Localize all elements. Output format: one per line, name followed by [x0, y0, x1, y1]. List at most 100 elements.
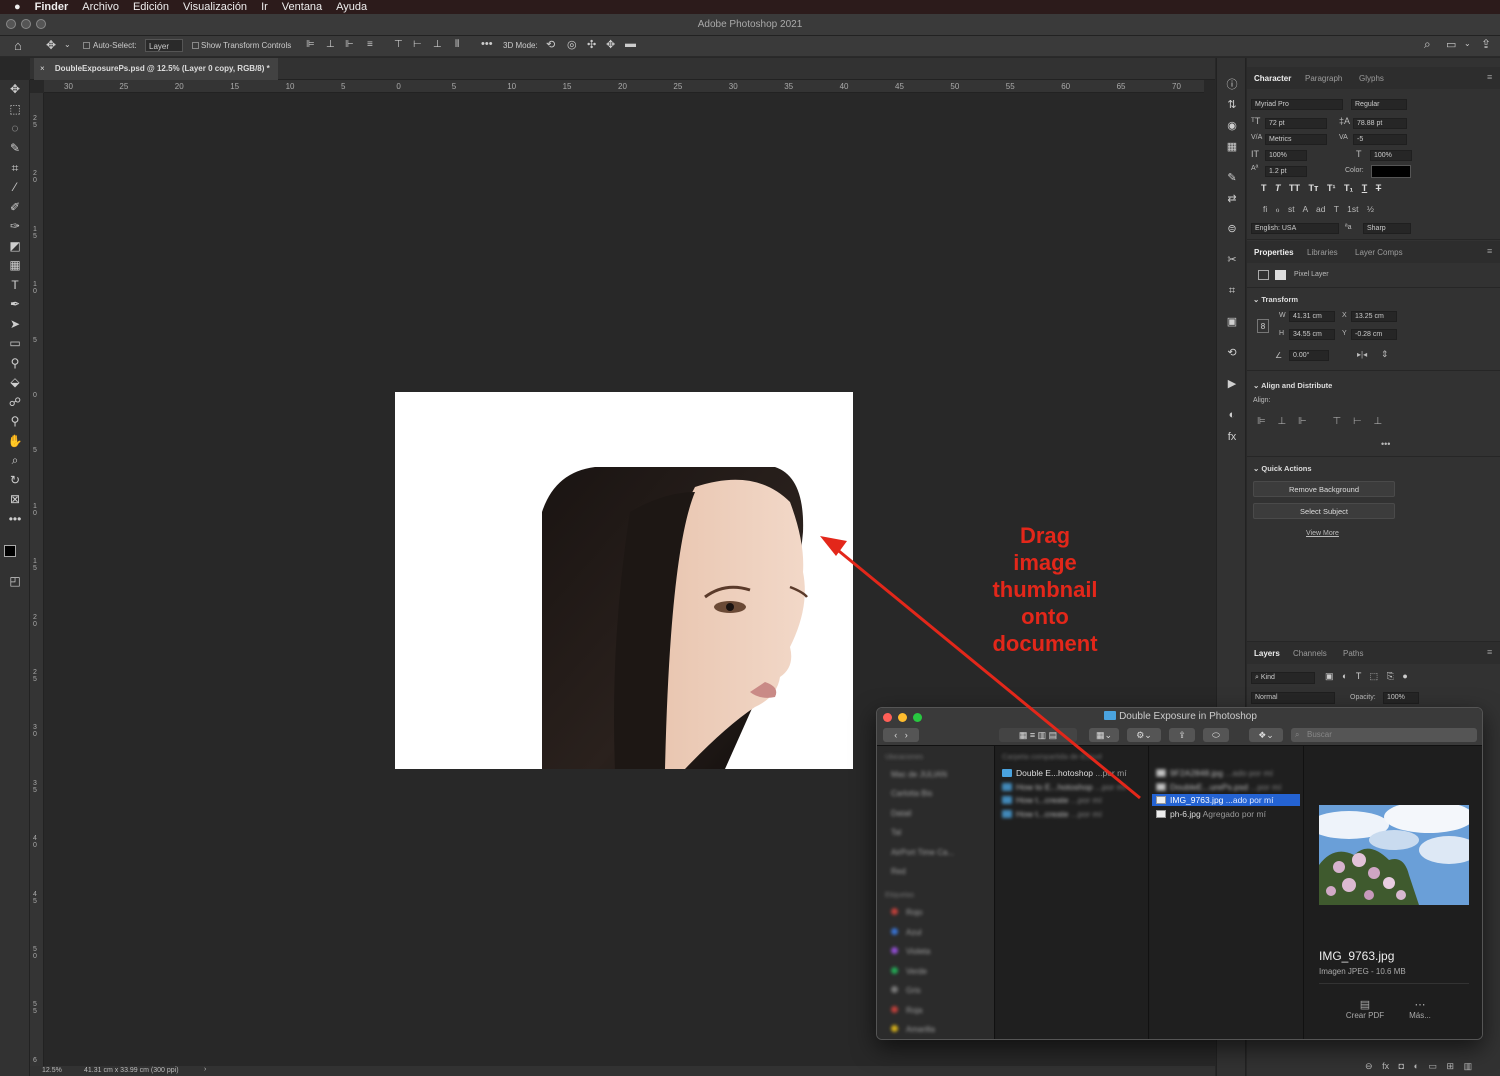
- edit-toolbar-icon[interactable]: •••: [7, 511, 23, 527]
- menu-edicion[interactable]: Edición: [133, 1, 169, 13]
- document-tab[interactable]: × DoubleExposurePs.psd @ 12.5% (Layer 0 …: [34, 58, 278, 80]
- file-row[interactable]: DoubleE...urePs.psd ...por mí: [1152, 781, 1300, 793]
- move-tool-icon[interactable]: ✥: [7, 81, 23, 97]
- menu-archivo[interactable]: Archivo: [82, 1, 119, 13]
- adjust-layer-icon[interactable]: ⊜: [1225, 222, 1239, 236]
- align-left-edges-icon[interactable]: ⊫: [1257, 416, 1266, 427]
- panel-menu-icon[interactable]: ≡: [1487, 72, 1492, 82]
- type-style-buttons[interactable]: T T TT Tт T¹ T₁ T T: [1261, 183, 1411, 195]
- 3d-slide-icon[interactable]: ✥: [606, 38, 615, 51]
- styles-icon[interactable]: ◐: [1225, 408, 1239, 422]
- filter-type-icon[interactable]: T: [1356, 671, 1361, 681]
- opacity-field[interactable]: 100%: [1383, 692, 1419, 704]
- align-top-icon[interactable]: ⊤: [394, 39, 403, 50]
- auto-select-checkbox[interactable]: [83, 42, 90, 49]
- select-subject-button[interactable]: Select Subject: [1253, 503, 1395, 519]
- more-options-icon[interactable]: •••: [481, 38, 493, 50]
- underline-button[interactable]: T: [1362, 183, 1368, 193]
- align-top-edges-icon[interactable]: ⊤: [1333, 416, 1342, 427]
- rotate-view-tool-icon[interactable]: ↻: [7, 472, 23, 488]
- crop-tool-icon[interactable]: ⌗: [7, 160, 23, 176]
- pen-tool-icon[interactable]: ✒: [7, 296, 23, 312]
- 3d-orbit-icon[interactable]: ⟲: [546, 38, 555, 51]
- dropbox-button[interactable]: ❖⌄: [1249, 728, 1283, 742]
- horizontal-ruler[interactable]: 30 25 20 15 10 5 0 5 10 15 20 25 30 35 40 45 50 55 60 65 70: [44, 80, 1204, 93]
- 3d-scale-icon[interactable]: ▬: [625, 38, 636, 50]
- remove-background-button[interactable]: Remove Background: [1253, 481, 1395, 497]
- ordinals-button[interactable]: T: [1334, 204, 1339, 214]
- view-mode-buttons[interactable]: ▦ ≡ ▥ ▤: [999, 728, 1077, 742]
- faux-italic-button[interactable]: T: [1275, 183, 1281, 193]
- align-bottom-edges-icon[interactable]: ⊥: [1374, 416, 1383, 427]
- filter-smart-icon[interactable]: ⎘: [1387, 671, 1394, 681]
- tools-icon[interactable]: ✂: [1225, 253, 1239, 267]
- frame-tool-icon[interactable]: ⊠: [7, 491, 23, 507]
- transform-section-toggle[interactable]: ⌄ Transform: [1253, 295, 1298, 304]
- subscript-button[interactable]: T₁: [1344, 183, 1353, 193]
- tag-item[interactable]: Azul: [891, 927, 922, 937]
- sidebar-item[interactable]: Carlotta Bis: [891, 789, 932, 798]
- trash-icon[interactable]: ▥: [1464, 1061, 1473, 1071]
- fx-icon[interactable]: fx: [1382, 1061, 1389, 1071]
- file-row[interactable]: ph-6.jpg Agregado por mí: [1152, 808, 1300, 820]
- swatches-icon[interactable]: ▣: [1225, 315, 1239, 329]
- tab-layer-comps[interactable]: Layer Comps: [1355, 248, 1403, 257]
- zoom-tool-icon[interactable]: ⌕: [7, 452, 23, 468]
- height-field[interactable]: 34.55 cm: [1289, 329, 1335, 340]
- foreground-color-swatch[interactable]: [4, 545, 16, 557]
- tag-item[interactable]: Violeta: [891, 947, 930, 956]
- menu-ir[interactable]: Ir: [261, 1, 268, 13]
- share-button[interactable]: ⇪: [1169, 728, 1195, 742]
- group-button[interactable]: ▦⌄: [1089, 728, 1119, 742]
- tag-item[interactable]: Verde: [891, 966, 927, 976]
- smudge-tool-icon[interactable]: ☍: [7, 394, 23, 410]
- file-row[interactable]: 9F2A2848.jpg ...ado por mí: [1152, 767, 1300, 779]
- tab-layers[interactable]: Layers: [1254, 649, 1280, 658]
- grid-icon[interactable]: ⌗: [1225, 284, 1239, 298]
- leading-field[interactable]: 78.88 pt: [1353, 118, 1407, 129]
- ligatures-button[interactable]: fi: [1263, 204, 1267, 214]
- tab-libraries[interactable]: Libraries: [1307, 248, 1338, 257]
- action-gear-button[interactable]: ⚙⌄: [1127, 728, 1161, 742]
- distribute-icon[interactable]: ≡: [367, 39, 373, 50]
- file-row[interactable]: Double E...hotoshop ...por mí: [998, 767, 1146, 779]
- close-tab-icon[interactable]: ×: [40, 64, 45, 73]
- view-more-link[interactable]: View More: [1306, 530, 1339, 537]
- search-icon[interactable]: ⌕: [1424, 37, 1431, 52]
- auto-select-dropdown[interactable]: Layer: [145, 39, 183, 52]
- kerning-field[interactable]: Metrics: [1265, 134, 1327, 145]
- status-menu-arrow[interactable]: ›: [204, 1066, 206, 1073]
- layer-filter-buttons[interactable]: ▣ ◐ T ⬚ ⎘ ●: [1325, 671, 1408, 682]
- width-field[interactable]: 41.31 cm: [1289, 311, 1335, 322]
- rectangle-tool-icon[interactable]: ▭: [7, 335, 23, 351]
- tab-glyphs[interactable]: Glyphs: [1359, 74, 1384, 83]
- tag-item[interactable]: Rojo: [891, 908, 922, 917]
- add-mask-icon[interactable]: ◘: [1399, 1061, 1404, 1071]
- chevron-down-icon[interactable]: ⌄: [1464, 39, 1471, 48]
- all-caps-button[interactable]: TT: [1289, 183, 1300, 193]
- show-transform-checkbox[interactable]: [192, 42, 199, 49]
- y-field[interactable]: -0.28 cm: [1351, 329, 1397, 340]
- filter-shape-icon[interactable]: ⬚: [1370, 671, 1379, 681]
- new-group-icon[interactable]: ▭: [1429, 1061, 1438, 1071]
- align-vcenter-icon[interactable]: ⊢: [413, 39, 422, 50]
- swash-button[interactable]: st: [1288, 204, 1295, 214]
- sidebar-item[interactable]: Mac de JULIAN: [891, 770, 947, 779]
- back-forward-buttons[interactable]: ‹ ›: [883, 728, 919, 742]
- more-align-options-icon[interactable]: •••: [1381, 439, 1390, 449]
- tab-properties[interactable]: Properties: [1254, 248, 1294, 257]
- brush-settings-icon[interactable]: ✎: [1225, 171, 1239, 185]
- 3d-icon[interactable]: ◉: [1225, 119, 1239, 133]
- preview-thumbnail[interactable]: [1319, 805, 1469, 905]
- tag-item[interactable]: Roja: [891, 1005, 922, 1015]
- filter-toggle-icon[interactable]: ●: [1402, 671, 1407, 681]
- tab-character[interactable]: Character: [1254, 74, 1291, 83]
- file-row[interactable]: How to E...hotoshop ...por mí: [998, 781, 1146, 793]
- hand-tool-icon[interactable]: ✋: [7, 433, 23, 449]
- quick-actions-toggle[interactable]: ⌄ Quick Actions: [1253, 464, 1312, 473]
- new-adjustment-icon[interactable]: ◐: [1414, 1061, 1419, 1071]
- lasso-tool-icon[interactable]: ◌: [7, 120, 23, 136]
- tag-item[interactable]: Gris: [891, 986, 921, 995]
- channels-mixer-icon[interactable]: ⇅: [1225, 98, 1239, 112]
- zoom-level[interactable]: 12.5%: [42, 1067, 62, 1074]
